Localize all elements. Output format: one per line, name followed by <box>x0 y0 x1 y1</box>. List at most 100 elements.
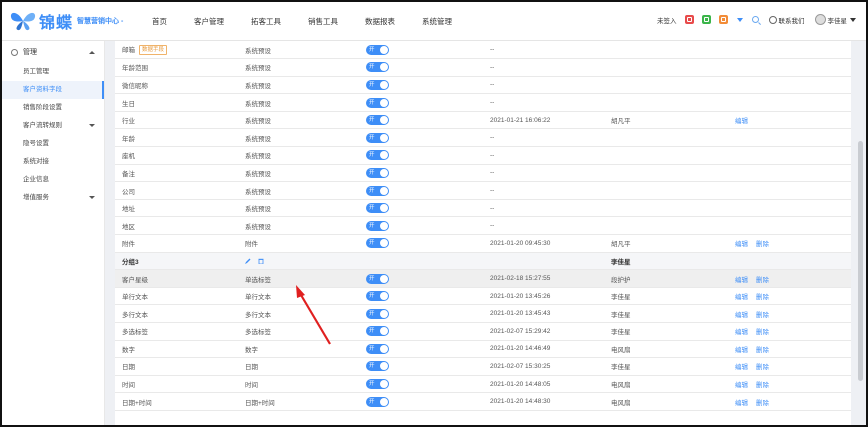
enable-toggle[interactable]: 开 <box>366 238 389 249</box>
table-row[interactable]: 座机 系统预设 开 -- <box>115 146 851 165</box>
nav-customer-management[interactable]: 客户管理 <box>194 16 224 27</box>
enable-toggle[interactable]: 开 <box>366 203 389 214</box>
table-row[interactable]: 单行文本 单行文本 开 2021-01-20 13:45:26 李佳星 编辑 删除 <box>115 287 851 306</box>
edit-link[interactable]: 编辑 <box>735 312 748 319</box>
delete-link[interactable]: 删除 <box>756 277 769 284</box>
table-row[interactable]: 日期 日期 开 2021-02-07 15:30:25 李佳星 编辑 删除 <box>115 357 851 376</box>
group-row[interactable]: 分组3 李佳星 <box>115 252 851 271</box>
delete-link[interactable]: 删除 <box>756 312 769 319</box>
enable-toggle[interactable]: 开 <box>366 326 389 337</box>
enable-toggle[interactable]: 开 <box>366 343 389 354</box>
delete-link[interactable]: 删除 <box>756 329 769 336</box>
nav-data-reports[interactable]: 数据报表 <box>365 16 395 27</box>
enable-toggle[interactable]: 开 <box>366 396 389 407</box>
enable-toggle[interactable]: 开 <box>366 44 389 55</box>
enable-toggle[interactable]: 开 <box>366 185 389 196</box>
scrollbar-thumb[interactable] <box>858 141 863 381</box>
toggle-label: 开 <box>369 222 375 229</box>
updated-time: 2021-01-21 16:06:22 <box>490 116 551 124</box>
sidebar-item[interactable]: 客户流转规则 <box>2 117 104 135</box>
edit-link[interactable]: 编辑 <box>735 347 748 354</box>
table-row[interactable]: 时间 时间 开 2021-01-20 14:48:05 电风扇 编辑 删除 <box>115 375 851 394</box>
enable-toggle[interactable]: 开 <box>366 150 389 161</box>
enable-toggle[interactable]: 开 <box>366 308 389 319</box>
field-type: 单选标签 <box>245 276 271 284</box>
enable-toggle[interactable]: 开 <box>366 115 389 126</box>
edit-link[interactable]: 编辑 <box>735 277 748 284</box>
enable-toggle[interactable]: 开 <box>366 167 389 178</box>
enable-toggle[interactable]: 开 <box>366 361 389 372</box>
toggle-cell: 开 <box>366 304 490 323</box>
delete-link[interactable]: 删除 <box>756 400 769 407</box>
table-row[interactable]: 附件 附件 开 2021-01-20 09:45:30 胡凡平 编辑 删除 <box>115 234 851 253</box>
edit-link[interactable]: 编辑 <box>735 294 748 301</box>
field-name-cell: 时间 <box>115 375 245 394</box>
table-row[interactable]: 年龄范围 系统预设 开 -- <box>115 58 851 77</box>
expand-arrow-icon <box>89 196 95 199</box>
table-row[interactable]: 邮箱 数据手段 系统预设开 -- <box>115 41 851 60</box>
field-name: 分组3 <box>122 258 139 266</box>
edit-link[interactable]: 编辑 <box>735 400 748 407</box>
enable-toggle[interactable]: 开 <box>366 79 389 90</box>
table-row[interactable]: 日期+时间 日期+时间 开 2021-01-20 14:48:30 电风扇 编辑 删除 <box>115 392 851 411</box>
edit-link[interactable]: 编辑 <box>735 364 748 371</box>
enable-toggle[interactable]: 开 <box>366 132 389 143</box>
updated-time: -- <box>490 204 495 212</box>
delete-link[interactable]: 删除 <box>756 347 769 354</box>
enable-toggle[interactable]: 开 <box>366 273 389 284</box>
chevron-down-icon[interactable] <box>736 17 743 22</box>
trash-icon[interactable] <box>258 258 264 265</box>
delete-link[interactable]: 删除 <box>756 364 769 371</box>
table-row[interactable]: 客户星级 单选标签 开 2021-02-18 15:27:55 段护护 编辑 删除 <box>115 269 851 288</box>
enable-toggle[interactable]: 开 <box>366 62 389 73</box>
delete-link[interactable]: 删除 <box>756 382 769 389</box>
search-icon[interactable] <box>751 16 759 23</box>
table-row[interactable]: 多选标签 多选标签 开 2021-02-07 15:29:42 李佳星 编辑 删除 <box>115 322 851 341</box>
nav-system-management[interactable]: 系统管理 <box>422 16 452 27</box>
table-row[interactable]: 行业 系统预设 开 2021-01-21 16:06:22 胡凡平 编辑 <box>115 111 851 130</box>
sidebar-item[interactable]: 隐号设置 <box>2 135 104 153</box>
edit-link[interactable]: 编辑 <box>735 329 748 336</box>
user-menu-chevron-icon[interactable] <box>850 17 856 22</box>
edit-link[interactable]: 编辑 <box>735 382 748 389</box>
nav-home[interactable]: 首页 <box>152 16 167 27</box>
table-row[interactable]: 数字 数字 开 2021-01-20 14:46:49 电风扇 编辑 删除 <box>115 340 851 359</box>
logo[interactable]: 锦蝶 智慧营销中心 - <box>10 10 123 32</box>
sidebar-item[interactable]: 客户资料字段 <box>2 81 104 99</box>
enable-toggle[interactable]: 开 <box>366 97 389 108</box>
table-row[interactable]: 地区 系统预设 开 -- <box>115 216 851 236</box>
sidebar-item[interactable]: 员工管理 <box>2 63 104 81</box>
contact-us-link[interactable]: 联系我们 <box>779 15 805 25</box>
sidebar-header[interactable]: 管理 <box>2 41 104 63</box>
alert-icon[interactable] <box>684 15 694 24</box>
sidebar-item[interactable]: 系统对接 <box>2 153 104 171</box>
updated-time: 2021-01-20 13:45:26 <box>490 292 551 300</box>
table-row[interactable]: 多行文本 多行文本 开 2021-01-20 13:45:43 李佳星 编辑 删除 <box>115 304 851 323</box>
enable-toggle[interactable]: 开 <box>366 291 389 302</box>
edit-link[interactable]: 编辑 <box>735 241 748 248</box>
delete-link[interactable]: 删除 <box>756 294 769 301</box>
field-name: 地区 <box>122 223 135 231</box>
table-row[interactable]: 生日 系统预设 开 -- <box>115 93 851 112</box>
sidebar-item[interactable]: 销售阶段设置 <box>2 99 104 117</box>
nav-sales-tools[interactable]: 销售工具 <box>308 16 338 27</box>
table-row[interactable]: 备注 系统预设 开 -- <box>115 164 851 183</box>
vertical-scrollbar[interactable] <box>856 41 866 425</box>
edit-pencil-icon[interactable] <box>245 258 251 264</box>
nav-prospecting-tools[interactable]: 拓客工具 <box>251 16 281 27</box>
table-row[interactable]: 地址 系统预设 开 -- <box>115 199 851 218</box>
sidebar-item[interactable]: 企业信息 <box>2 171 104 189</box>
enable-toggle[interactable]: 开 <box>366 379 389 390</box>
table-row[interactable]: 微信昵称 系统预设 开 -- <box>115 76 851 95</box>
table-row[interactable]: 年龄 系统预设 开 -- <box>115 128 851 148</box>
user-name[interactable]: 李佳星 <box>828 15 848 25</box>
delete-link[interactable]: 删除 <box>756 241 769 248</box>
table-row[interactable]: 公司 系统预设 开 -- <box>115 181 851 200</box>
avatar[interactable] <box>814 14 826 25</box>
sidebar-item[interactable]: 增值服务 <box>2 189 104 207</box>
task-check-icon[interactable] <box>701 15 711 24</box>
message-icon[interactable] <box>718 15 728 24</box>
enable-toggle[interactable]: 开 <box>366 220 389 231</box>
signin-status[interactable]: 未签入 <box>657 15 677 25</box>
edit-link[interactable]: 编辑 <box>735 118 748 125</box>
